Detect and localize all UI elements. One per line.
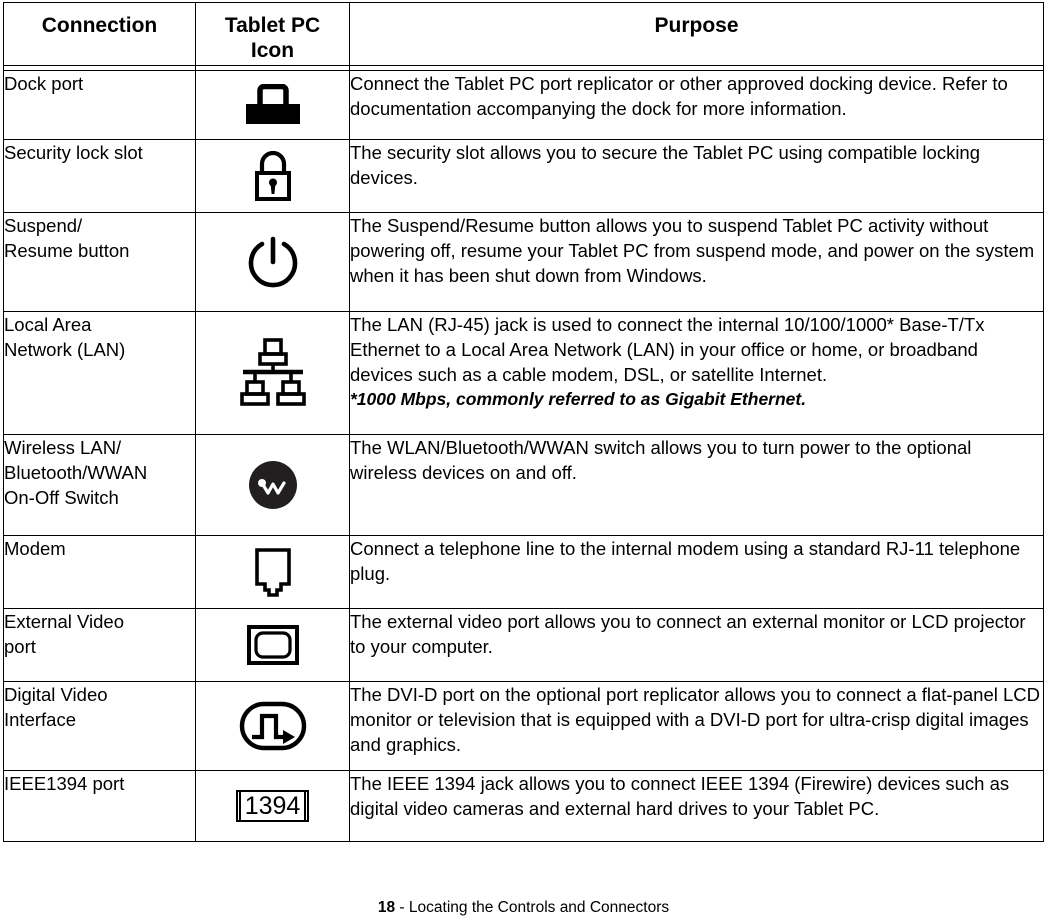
row-connection-name-line1: Wireless LAN/	[4, 437, 122, 458]
row-connection-name: Suspend/ Resume button	[3, 212, 196, 312]
table-row: Dock port Connect the Tablet PC port rep…	[3, 70, 1044, 140]
icon-container	[196, 213, 349, 311]
icon-container	[196, 609, 349, 681]
row-purpose: The security slot allows you to secure t…	[349, 139, 1044, 213]
network-lan-icon	[239, 338, 306, 406]
table-row: Modem Connect a telephone line to the in…	[3, 535, 1044, 609]
wireless-switch-icon	[248, 461, 297, 509]
footer-section-title: Locating the Controls and Connectors	[408, 899, 670, 916]
footer-page-number: 18	[377, 899, 396, 916]
row-connection-name: IEEE1394 port	[3, 770, 196, 842]
row-icon-cell	[195, 608, 350, 682]
row-purpose-note: *1000 Mbps, commonly referred to as Giga…	[350, 389, 807, 409]
row-connection-name: Digital Video Interface	[3, 681, 196, 771]
column-header-icon-line2: Icon	[250, 39, 295, 62]
column-header-icon-labels: Tablet PC Icon	[196, 3, 349, 65]
power-button-icon	[248, 236, 297, 288]
row-icon-cell	[195, 681, 350, 771]
row-connection-name: Wireless LAN/ Bluetooth/WWAN On-Off Swit…	[3, 434, 196, 536]
row-icon-cell	[195, 535, 350, 609]
row-connection-name-line1: External Video	[4, 611, 124, 632]
row-connection-name-line2: port	[4, 636, 36, 657]
row-purpose: The Suspend/Resume button allows you to …	[349, 212, 1044, 312]
icon-container	[196, 71, 349, 139]
footer-separator: -	[395, 899, 409, 916]
column-header-icon-line1: Tablet PC	[224, 14, 321, 37]
row-connection-name-line2: Network (LAN)	[4, 339, 126, 360]
column-header-purpose-label: Purpose	[654, 14, 739, 37]
row-icon-cell	[195, 70, 350, 140]
row-icon-cell	[195, 434, 350, 536]
row-connection-name: Modem	[3, 535, 196, 609]
row-purpose: The WLAN/Bluetooth/WWAN switch allows yo…	[349, 434, 1044, 536]
document-page: Connection Tablet PC Icon Purpose Dock p…	[0, 0, 1047, 919]
icon-container	[196, 682, 349, 770]
row-purpose: The IEEE 1394 jack allows you to connect…	[349, 770, 1044, 842]
icon-container	[196, 536, 349, 608]
modem-jack-icon	[254, 548, 291, 597]
row-icon-cell	[195, 212, 350, 312]
row-icon-cell	[195, 139, 350, 213]
row-icon-cell	[195, 311, 350, 435]
table-body: Dock port Connect the Tablet PC port rep…	[3, 70, 1044, 842]
row-purpose: The external video port allows you to co…	[349, 608, 1044, 682]
table-header: Connection Tablet PC Icon Purpose	[3, 2, 1044, 71]
icon-container: 1394	[196, 771, 349, 841]
column-header-connection-label: Connection	[41, 14, 158, 37]
column-header-connection: Connection	[3, 2, 196, 66]
row-purpose: The LAN (RJ-45) jack is used to connect …	[349, 311, 1044, 435]
external-video-monitor-icon	[246, 625, 299, 665]
row-connection-name-line2: Interface	[4, 709, 76, 730]
row-connection-name-line2: Bluetooth/WWAN	[4, 462, 148, 483]
row-connection-name: Dock port	[3, 70, 196, 140]
row-connection-name: External Video port	[3, 608, 196, 682]
row-purpose: Connect a telephone line to the internal…	[349, 535, 1044, 609]
row-connection-name-line1: Local Area	[4, 314, 92, 335]
page-footer: 18 - Locating the Controls and Connector…	[0, 898, 1047, 917]
row-icon-cell: 1394	[195, 770, 350, 842]
ieee1394-icon-label: 1394	[238, 790, 307, 822]
dock-port-icon	[245, 84, 300, 124]
row-purpose-text: The LAN (RJ-45) jack is used to connect …	[350, 314, 985, 385]
icon-container	[196, 312, 349, 434]
table-row: Suspend/ Resume button The Suspend/Resum…	[3, 212, 1044, 312]
table-row: IEEE1394 port 1394 The IEEE 1394 jack al…	[3, 770, 1044, 842]
row-connection-name-line3: On-Off Switch	[4, 487, 119, 508]
table-row: External Video port The external video p…	[3, 608, 1044, 682]
row-purpose: Connect the Tablet PC port replicator or…	[349, 70, 1044, 140]
column-header-purpose: Purpose	[349, 2, 1044, 66]
row-connection-name: Security lock slot	[3, 139, 196, 213]
icon-container	[196, 140, 349, 212]
table-row: Security lock slot The security slot all…	[3, 139, 1044, 213]
row-connection-name: Local Area Network (LAN)	[3, 311, 196, 435]
padlock-icon	[254, 150, 291, 201]
table-row: Local Area Network (LAN) The LAN (RJ-45)…	[3, 311, 1044, 435]
row-connection-name-line2: Resume button	[4, 240, 130, 261]
icon-container	[196, 435, 349, 535]
row-purpose: The DVI-D port on the optional port repl…	[349, 681, 1044, 771]
row-connection-name-line1: Digital Video	[4, 684, 108, 705]
ieee1394-icon: 1394	[235, 790, 310, 822]
dvi-icon	[239, 701, 306, 751]
table-header-row: Connection Tablet PC Icon Purpose	[3, 2, 1044, 66]
connections-table: Connection Tablet PC Icon Purpose Dock p…	[3, 2, 1044, 842]
table-row: Digital Video Interface The DVI-D port o…	[3, 681, 1044, 771]
row-connection-name-line1: Suspend/	[4, 215, 83, 236]
column-header-icon: Tablet PC Icon	[195, 2, 350, 66]
table-row: Wireless LAN/ Bluetooth/WWAN On-Off Swit…	[3, 434, 1044, 536]
